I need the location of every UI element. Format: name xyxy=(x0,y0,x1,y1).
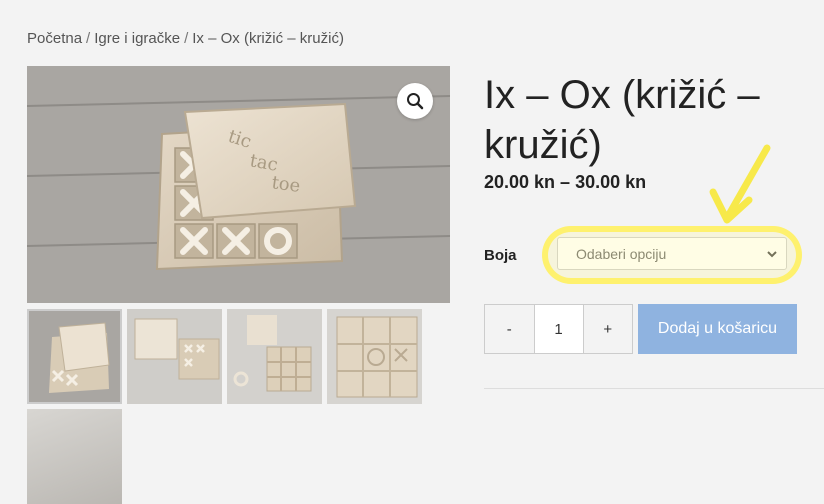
breadcrumb-separator: / xyxy=(86,30,91,47)
divider xyxy=(484,388,824,389)
product-main-image[interactable]: tic tac toe xyxy=(27,66,450,303)
product-title: Ix – Ox (križić – kružić) xyxy=(484,73,760,167)
quantity-increase-button[interactable]: + xyxy=(584,305,633,353)
magnifier-icon xyxy=(407,93,424,110)
color-attribute-label: Boja xyxy=(484,247,517,264)
thumbnail-4[interactable] xyxy=(327,309,422,404)
thumbnail-1[interactable] xyxy=(27,309,122,404)
product-photo: tic tac toe xyxy=(27,66,450,303)
breadcrumb-home[interactable]: Početna xyxy=(27,30,82,47)
breadcrumb-separator: / xyxy=(184,30,189,47)
breadcrumb: Početna / Igre i igračke / Ix – Ox (križić –… xyxy=(27,30,344,47)
thumbnail-image xyxy=(227,309,322,404)
thumbnail-3[interactable] xyxy=(227,309,322,404)
quantity-stepper: - + xyxy=(484,304,633,354)
thumbnail-image xyxy=(327,309,422,404)
lid-text-toe: toe xyxy=(270,172,301,197)
quantity-decrease-button[interactable]: - xyxy=(485,305,534,353)
breadcrumb-current: Ix – Ox (križić – kružić) xyxy=(192,30,344,47)
thumbnail-5[interactable] xyxy=(27,409,122,504)
zoom-button[interactable] xyxy=(397,83,433,119)
thumbnail-2[interactable] xyxy=(127,309,222,404)
color-select-input[interactable]: Odaberi opciju xyxy=(558,238,786,269)
breadcrumb-category[interactable]: Igre i igračke xyxy=(94,30,180,47)
color-select[interactable]: Odaberi opciju xyxy=(557,237,787,270)
add-to-cart-button[interactable]: Dodaj u košaricu xyxy=(638,304,797,354)
product-price: 20.00 kn – 30.00 kn xyxy=(484,172,647,192)
thumbnail-image xyxy=(127,309,222,404)
thumbnail-image xyxy=(27,309,122,404)
quantity-input[interactable] xyxy=(533,305,584,353)
